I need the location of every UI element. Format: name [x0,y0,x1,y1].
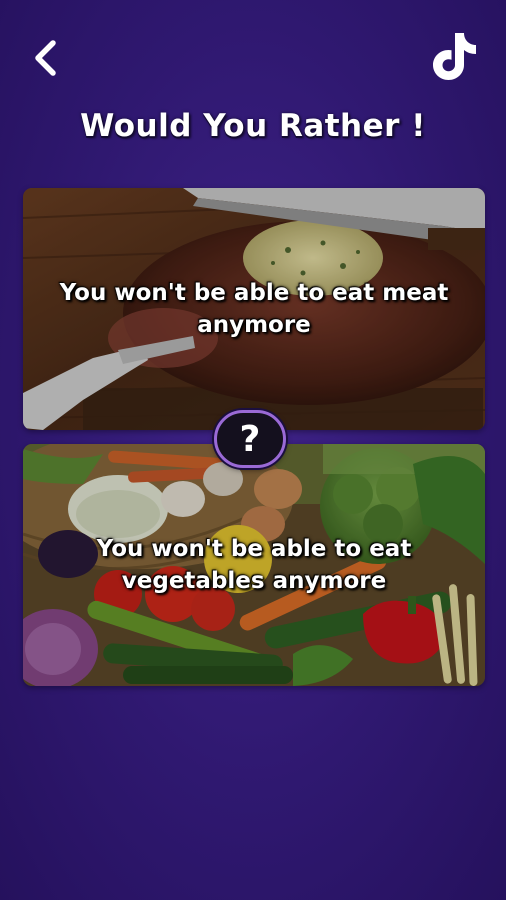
question-mark: ? [239,418,261,460]
chevron-left-icon [35,40,56,76]
tiktok-icon [433,33,476,80]
question-badge: ? [214,410,286,468]
tiktok-button[interactable] [428,30,480,82]
page-title: Would You Rather ! [80,108,426,144]
option-card-vegetables[interactable]: You won't be able to eat vegetables anym… [23,444,485,686]
option-card-meat[interactable]: You won't be able to eat meat anymore [23,188,485,430]
top-bar [0,0,506,110]
option-label: You won't be able to eat meat anymore [59,279,449,338]
back-button[interactable] [24,34,68,82]
option-label: You won't be able to eat vegetables anym… [96,535,412,594]
